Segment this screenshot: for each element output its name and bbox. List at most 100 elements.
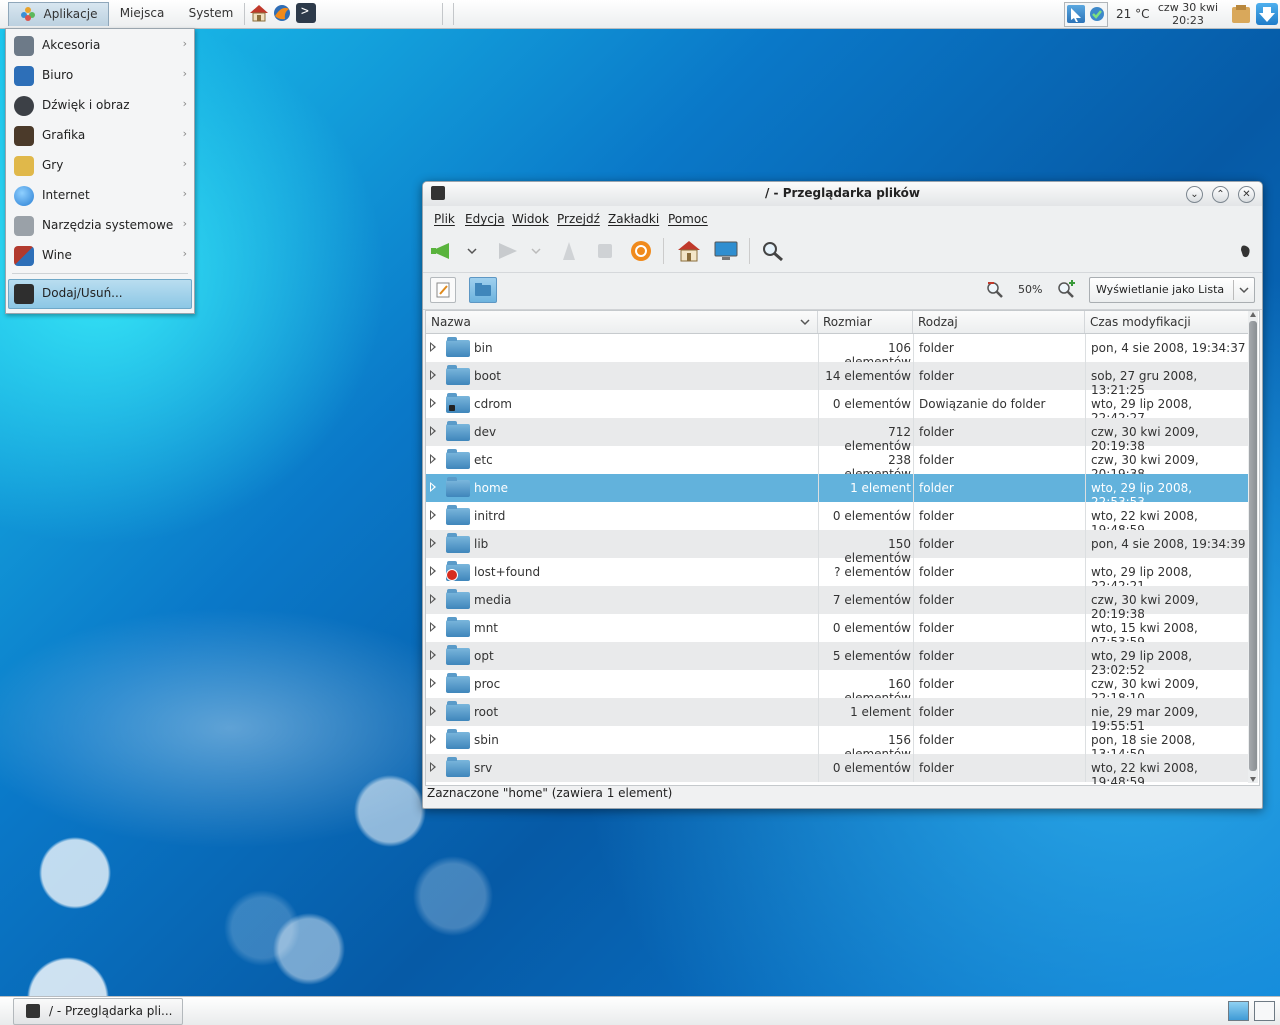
table-row[interactable]: root 1 element folder nie, 29 mar 2009, 19:… [426,698,1248,733]
applications-menu-button[interactable]: Aplikacje [8,2,109,26]
weather-temperature[interactable]: 21 °C [1116,7,1149,21]
column-divider [913,474,914,502]
menu-item-accessories[interactable]: Akcesoria › [9,32,191,60]
window-titlebar[interactable]: / - Przeglądarka plików ⌄ ⌃ ✕ [423,182,1262,206]
expander-arrow-icon[interactable] [430,678,436,688]
forward-button[interactable] [495,240,519,262]
expander-arrow-icon[interactable] [430,706,436,716]
taskbar-window-button[interactable]: / - Przeglądarka pli... [13,998,183,1025]
menu-item-multimedia[interactable]: Dźwięk i obraz › [9,92,191,120]
table-row[interactable]: proc160 elementówfolderczw, 30 kwi 2009,… [426,670,1248,705]
menu-item-internet[interactable]: Internet › [9,182,191,210]
table-row[interactable]: lost+found? elementów folder wto, 29 lip 2… [426,558,1248,593]
table-row[interactable]: opt 5 elementów folder wto, 29 lip 2008, 23… [426,642,1248,677]
menu-help[interactable]: Pomoc [668,212,708,226]
expander-arrow-icon[interactable] [430,594,436,604]
home-launcher-icon[interactable] [249,3,269,23]
menu-go[interactable]: Przejdź [557,212,600,226]
user-switcher-icon[interactable] [1230,3,1252,25]
table-row[interactable]: lib 150 elementów folder pon, 4 sie 2008, 1… [426,530,1248,565]
search-button[interactable] [761,240,785,262]
menu-item-label: Internet [42,188,90,202]
expander-arrow-icon[interactable] [430,454,436,464]
column-header-name[interactable]: Nazwa [426,311,818,333]
table-row[interactable]: dev 712 elementów folder czw, 30 kwi 2009, … [426,418,1248,453]
menu-item-add-remove[interactable]: Dodaj/Usuń... [8,279,192,309]
expander-arrow-icon[interactable] [430,650,436,660]
close-button[interactable]: ✕ [1238,186,1255,203]
zoom-out-button[interactable] [985,280,1005,300]
vertical-scrollbar[interactable] [1248,311,1258,783]
scrollbar-thumb[interactable] [1249,321,1257,771]
table-row[interactable]: cdrom 0 elementów Dowiązanie do folder wto,… [426,390,1248,425]
file-list-view[interactable]: Nazwa Rozmiar Rodzaj Czas modyfikacji bi… [425,310,1260,786]
clock[interactable]: czw 30 kwi 20:23 [1150,0,1226,28]
expander-arrow-icon[interactable] [430,622,436,632]
forward-history-dropdown[interactable] [529,240,543,262]
menu-item-wine[interactable]: Wine › [9,242,191,270]
home-button[interactable] [677,240,701,262]
table-row[interactable]: mnt0 elementówfolderwto, 15 kwi 2008, 07… [426,614,1248,649]
expander-arrow-icon[interactable] [430,510,436,520]
expander-arrow-icon[interactable] [430,762,436,772]
table-row[interactable]: home 1 element folder wto, 29 lip 2008, 22:… [426,474,1248,509]
expander-arrow-icon[interactable] [430,566,436,576]
column-divider [818,642,819,670]
column-header-size[interactable]: Rozmiar [818,311,913,333]
stop-button[interactable] [593,240,617,262]
computer-button[interactable] [713,240,739,262]
table-row[interactable]: boot 14 elementów folder sob, 27 gru 2008, … [426,362,1248,397]
back-history-dropdown[interactable] [465,240,479,262]
zoom-in-button[interactable] [1056,280,1076,300]
path-root-button[interactable] [469,277,497,303]
expander-arrow-icon[interactable] [430,398,436,408]
menu-file[interactable]: Plik [434,212,455,226]
scroll-down-arrow-icon[interactable] [1249,775,1257,783]
up-button[interactable] [557,240,581,262]
reload-button[interactable] [629,240,653,262]
column-header-modified[interactable]: Czas modyfikacji [1085,311,1248,333]
places-menu-button[interactable]: Miejsca [110,2,174,25]
zoom-level[interactable]: 50% [1018,283,1042,296]
file-name: cdrom [474,397,512,411]
maximize-button[interactable]: ⌃ [1212,186,1229,203]
menu-item-games[interactable]: Gry › [9,152,191,180]
scroll-up-arrow-icon[interactable] [1249,311,1257,319]
expander-arrow-icon[interactable] [430,482,436,492]
network-manager-icon[interactable] [1067,5,1085,23]
column-divider [913,334,914,362]
browser-launcher-icon[interactable] [272,3,292,23]
file-name: boot [474,369,502,383]
expander-arrow-icon[interactable] [430,426,436,436]
shutdown-download-icon[interactable] [1256,3,1278,25]
menu-edit[interactable]: Edycja [465,212,505,226]
terminal-launcher-icon[interactable]: > [296,3,316,23]
view-mode-select[interactable]: Wyświetlanie jako Lista [1089,277,1255,303]
table-row[interactable]: etc238 elementówfolderczw, 30 kwi 2009, … [426,446,1248,481]
menu-bookmarks[interactable]: Zakładki [608,212,659,226]
expander-arrow-icon[interactable] [430,538,436,548]
minimize-button[interactable]: ⌄ [1186,186,1203,203]
menu-item-system-tools[interactable]: Narzędzia systemowe › [9,212,191,240]
menu-view[interactable]: Widok [512,212,549,226]
workspace-2[interactable] [1254,1001,1275,1021]
menu-item-graphics[interactable]: Grafika › [9,122,191,150]
update-notifier-icon[interactable] [1088,5,1106,23]
table-row[interactable]: srv 0 elementów folder wto, 22 kwi 2008, 19… [426,754,1248,784]
folder-icon [446,729,470,749]
workspace-1[interactable] [1228,1001,1249,1021]
column-header-type[interactable]: Rodzaj [913,311,1085,333]
expander-arrow-icon[interactable] [430,734,436,744]
menu-item-office[interactable]: Biuro › [9,62,191,90]
back-button[interactable] [429,240,453,262]
expander-arrow-icon[interactable] [430,370,436,380]
column-divider [913,614,914,642]
table-row[interactable]: initrd 0 elementów folder wto, 22 kwi 2008,… [426,502,1248,537]
column-divider [818,670,819,698]
system-menu-button[interactable]: System [178,2,244,25]
table-row[interactable]: sbin156 elementówfolderpon, 18 sie 2008,… [426,726,1248,761]
text-location-toggle[interactable] [430,277,456,303]
table-row[interactable]: media 7 elementów folder czw, 30 kwi 2009, … [426,586,1248,621]
table-row[interactable]: bin106 elementówfolderpon, 4 sie 2008, 1… [426,334,1248,369]
expander-arrow-icon[interactable] [430,342,436,352]
